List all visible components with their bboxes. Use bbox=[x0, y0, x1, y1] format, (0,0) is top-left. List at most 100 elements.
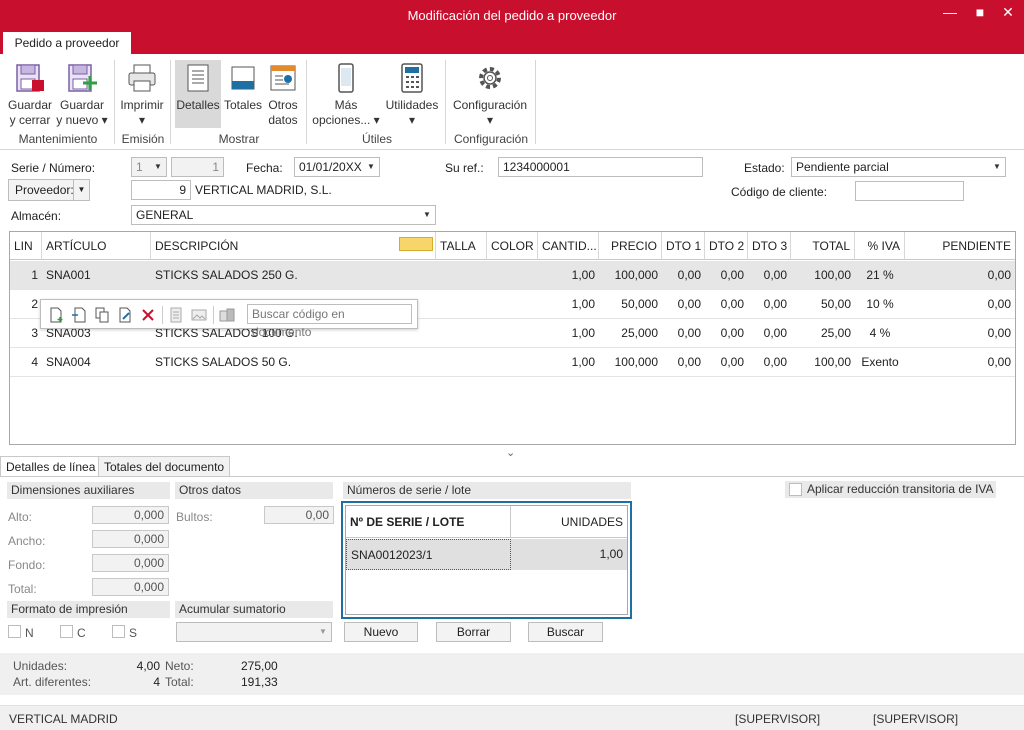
art-diferentes-value: 4 bbox=[153, 675, 160, 689]
nuevo-button[interactable]: Nuevo bbox=[344, 622, 418, 642]
total-field[interactable]: 0,000 bbox=[92, 578, 169, 596]
save-close-button[interactable]: Guardar y cerrar bbox=[6, 62, 54, 128]
serie-select[interactable]: 1 ▼ bbox=[131, 157, 167, 177]
totals-button[interactable]: Totales bbox=[222, 62, 264, 113]
col-talla[interactable]: TALLA bbox=[436, 232, 487, 260]
col-iva[interactable]: % IVA bbox=[855, 232, 905, 260]
cell-pendiente: 0,00 bbox=[987, 268, 1011, 282]
formato-c-checkbox[interactable] bbox=[60, 625, 73, 638]
cell-dto3: 0,00 bbox=[763, 355, 787, 369]
bultos-label: Bultos: bbox=[176, 510, 213, 524]
col-unidades[interactable]: UNIDADES bbox=[511, 506, 627, 538]
note-icon[interactable] bbox=[399, 237, 433, 251]
other-data-button[interactable]: Otros datos bbox=[264, 62, 302, 128]
other-data-label-2: datos bbox=[268, 113, 298, 127]
details-button[interactable]: Detalles bbox=[175, 60, 221, 128]
col-descripcion[interactable]: DESCRIPCIÓN bbox=[151, 232, 436, 260]
cell-total: 100,00 bbox=[814, 268, 851, 282]
almacen-select[interactable]: GENERAL ▼ bbox=[131, 205, 436, 225]
borrar-button[interactable]: Borrar bbox=[436, 622, 511, 642]
printer-icon bbox=[128, 64, 156, 92]
cell-lin: 1 bbox=[31, 268, 38, 282]
document-icon[interactable] bbox=[168, 307, 184, 323]
fecha-field[interactable]: 01/01/20XX ▼ bbox=[294, 157, 380, 177]
chevron-down-icon[interactable]: ▼ bbox=[73, 180, 89, 200]
col-serie-lote[interactable]: Nº DE SERIE / LOTE bbox=[346, 506, 511, 538]
table-row[interactable]: 4 SNA004 STICKS SALADOS 50 G. 1,00 100,0… bbox=[10, 348, 1015, 377]
save-new-icon bbox=[68, 64, 97, 92]
utilities-button[interactable]: Utilidades ▾ bbox=[384, 62, 440, 128]
neto-label: Neto: bbox=[165, 659, 194, 673]
status-company: VERTICAL MADRID bbox=[9, 712, 118, 726]
suref-label: Su ref.: bbox=[445, 161, 484, 175]
col-dto3[interactable]: DTO 3 bbox=[748, 232, 791, 260]
group-configuracion: Configuración bbox=[453, 132, 529, 146]
barcode-icon[interactable] bbox=[219, 307, 235, 323]
ancho-field[interactable]: 0,000 bbox=[92, 530, 169, 548]
col-articulo[interactable]: ARTÍCULO bbox=[42, 232, 151, 260]
search-code-input[interactable]: Buscar código en documento bbox=[247, 304, 412, 339]
more-options-label-1: Más bbox=[334, 98, 358, 112]
formato-n-checkbox[interactable] bbox=[8, 625, 21, 638]
cell-lin: 2 bbox=[31, 297, 38, 311]
alto-field[interactable]: 0,000 bbox=[92, 506, 169, 524]
print-button[interactable]: Imprimir ▾ bbox=[118, 62, 166, 128]
fondo-field[interactable]: 0,000 bbox=[92, 554, 169, 572]
proveedor-button[interactable]: Proveedor: ▼ bbox=[8, 179, 90, 201]
fecha-value: 01/01/20XX bbox=[299, 160, 362, 174]
settings-button[interactable]: Configuración ▾ bbox=[450, 62, 530, 128]
codigo-cliente-field[interactable] bbox=[855, 181, 964, 201]
close-icon[interactable]: ✕ bbox=[996, 4, 1020, 21]
cell-precio: 25,000 bbox=[621, 326, 658, 340]
copy-icon[interactable] bbox=[94, 307, 110, 323]
cell-serie-lote: SNA0012023/1 bbox=[346, 539, 511, 570]
save-close-label-2: y cerrar bbox=[9, 113, 51, 127]
acumular-select[interactable]: ▼ bbox=[176, 622, 332, 642]
series-header: Números de serie / lote bbox=[343, 482, 631, 499]
estado-select[interactable]: Pendiente parcial ▼ bbox=[791, 157, 1006, 177]
delete-icon[interactable] bbox=[140, 307, 156, 323]
chevron-down-icon[interactable]: ▼ bbox=[363, 158, 379, 176]
formato-s-checkbox[interactable] bbox=[112, 625, 125, 638]
numero-field[interactable]: 1 bbox=[171, 157, 224, 177]
save-new-button[interactable]: Guardar y nuevo ▾ bbox=[56, 62, 108, 128]
col-lin[interactable]: LIN bbox=[10, 232, 42, 260]
minimize-icon[interactable]: — bbox=[938, 4, 962, 20]
col-total[interactable]: TOTAL bbox=[791, 232, 855, 260]
cell-lin: 4 bbox=[31, 355, 38, 369]
chevron-down-icon[interactable]: ⌄ bbox=[506, 446, 515, 459]
image-icon[interactable] bbox=[191, 307, 207, 323]
cell-precio: 100,000 bbox=[614, 268, 658, 282]
bultos-field[interactable]: 0,00 bbox=[264, 506, 334, 524]
buscar-button[interactable]: Buscar bbox=[528, 622, 603, 642]
col-dto1[interactable]: DTO 1 bbox=[662, 232, 705, 260]
more-options-button[interactable]: Más opciones... ▾ bbox=[312, 62, 380, 128]
total-label: Total: bbox=[8, 582, 37, 596]
col-color[interactable]: COLOR bbox=[487, 232, 538, 260]
status-user-2: [SUPERVISOR] bbox=[873, 712, 959, 726]
edit-icon[interactable] bbox=[117, 307, 133, 323]
mobile-icon bbox=[338, 63, 354, 93]
col-precio[interactable]: PRECIO bbox=[599, 232, 662, 260]
insert-line-icon[interactable] bbox=[71, 307, 87, 323]
tab-detalles-linea[interactable]: Detalles de línea bbox=[0, 456, 102, 476]
cell-dto2: 0,00 bbox=[720, 326, 744, 340]
table-row[interactable]: 1 SNA001 STICKS SALADOS 250 G. 1,00 100,… bbox=[10, 261, 1015, 290]
tab-pedido-proveedor[interactable]: Pedido a proveedor bbox=[3, 32, 131, 54]
table-row[interactable]: SNA0012023/1 1,00 bbox=[346, 539, 627, 570]
other-data-label-1: Otros bbox=[268, 98, 298, 112]
ribbon-separator bbox=[445, 60, 446, 144]
suref-field[interactable]: 1234000001 bbox=[498, 157, 703, 177]
tab-totales-documento[interactable]: Totales del documento bbox=[98, 456, 231, 476]
proveedor-code-field[interactable]: 9 bbox=[131, 180, 191, 200]
iva-reduccion-checkbox[interactable] bbox=[789, 483, 802, 496]
maximize-icon[interactable]: ■ bbox=[968, 4, 992, 20]
other-data-icon bbox=[270, 65, 296, 91]
new-line-icon[interactable] bbox=[48, 307, 64, 323]
cell-lin: 3 bbox=[31, 326, 38, 340]
col-cantidad[interactable]: CANTID... bbox=[538, 232, 599, 260]
col-dto2[interactable]: DTO 2 bbox=[705, 232, 748, 260]
toolbar-separator bbox=[162, 306, 163, 324]
dimensiones-header: Dimensiones auxiliares bbox=[7, 482, 170, 499]
col-pendiente[interactable]: PENDIENTE bbox=[905, 232, 1015, 260]
